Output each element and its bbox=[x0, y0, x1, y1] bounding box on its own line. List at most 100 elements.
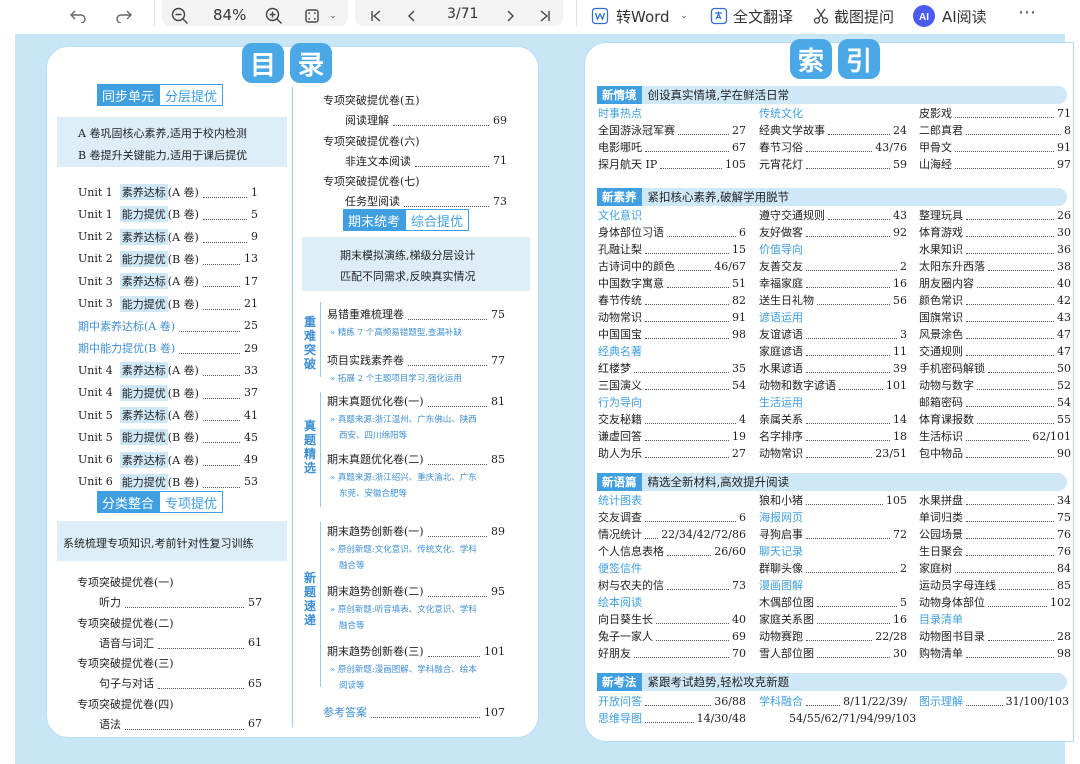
index-item[interactable]: 遵守交通规则 43 bbox=[759, 207, 907, 223]
index-item[interactable]: 交友调查 6 bbox=[598, 509, 746, 525]
index-item[interactable]: 水果拼盘 34 bbox=[919, 492, 1071, 508]
final-paper-row[interactable]: 期末真题优化卷(一) 81 bbox=[327, 392, 505, 410]
last-page-icon[interactable] bbox=[535, 2, 555, 30]
toc-unit-row[interactable]: 期中能力提优 (B 卷) 29 bbox=[78, 339, 258, 357]
index-item[interactable]: 红楼梦 35 bbox=[598, 360, 746, 376]
zoom-out-icon[interactable] bbox=[168, 2, 192, 30]
index-item[interactable]: 公园场景 76 bbox=[919, 526, 1071, 542]
index-item[interactable]: 单词归类 75 bbox=[919, 509, 1071, 525]
index-item[interactable]: 动物与数字 52 bbox=[919, 377, 1071, 393]
special-paper-row[interactable]: 任务型阅读 73 bbox=[345, 192, 507, 210]
index-item[interactable]: 树与农夫的信 73 bbox=[598, 577, 746, 593]
ai-read-button[interactable]: AI阅读 bbox=[942, 6, 987, 27]
index-item[interactable]: 全国游泳冠军赛 27 bbox=[598, 122, 746, 138]
toc-unit-row[interactable]: Unit 1 素养达标 (A 卷) 1 bbox=[78, 183, 258, 201]
index-item[interactable]: 思维导图 14/30/48 bbox=[598, 710, 746, 726]
index-item[interactable]: 友谊谚语 3 bbox=[759, 326, 907, 342]
index-item[interactable]: 电影哪吒 67 bbox=[598, 139, 746, 155]
index-item[interactable]: 向日葵生长 40 bbox=[598, 611, 746, 627]
special-paper-title[interactable]: 专项突破提优卷(四) bbox=[77, 695, 262, 713]
index-item[interactable]: 学科融合 8/11/22/39/ bbox=[759, 693, 907, 709]
index-item[interactable]: 友善交友 2 bbox=[759, 258, 907, 274]
zoom-level[interactable]: 84% bbox=[213, 6, 246, 24]
index-item[interactable]: 家庭谚语 11 bbox=[759, 343, 907, 359]
index-item[interactable]: 体育课报数 55 bbox=[919, 411, 1071, 427]
toc-unit-row[interactable]: Unit 6 素养达标 (A 卷) 49 bbox=[78, 451, 258, 469]
special-paper-row[interactable]: 语音与词汇 61 bbox=[99, 634, 262, 652]
index-item[interactable]: 购物清单 98 bbox=[919, 645, 1071, 661]
index-item[interactable]: 动物和数字谚语 101 bbox=[759, 377, 907, 393]
index-item[interactable]: 元宵花灯 59 bbox=[759, 156, 907, 172]
toc-unit-row[interactable]: 期中素养达标 (A 卷) 25 bbox=[78, 317, 258, 335]
index-item[interactable]: 木偶部位图 5 bbox=[759, 594, 907, 610]
index-item[interactable]: 体育游戏 30 bbox=[919, 224, 1071, 240]
toc-unit-row[interactable]: Unit 5 能力提优 (B 卷) 45 bbox=[78, 428, 258, 446]
index-item[interactable]: 送生日礼物 56 bbox=[759, 292, 907, 308]
index-item[interactable]: 生活标识 62/101 bbox=[919, 428, 1071, 444]
index-item[interactable]: 运动员字母连线 85 bbox=[919, 577, 1071, 593]
index-item[interactable]: 皮影戏 71 bbox=[919, 105, 1071, 121]
toc-unit-row[interactable]: Unit 5 素养达标 (A 卷) 41 bbox=[78, 406, 258, 424]
index-item[interactable]: 图示理解 31/100/103 bbox=[919, 693, 1069, 709]
index-item[interactable]: 群聊头像 2 bbox=[759, 560, 907, 576]
next-page-icon[interactable] bbox=[500, 2, 520, 30]
index-item[interactable]: 开放问答 36/88 bbox=[598, 693, 746, 709]
index-item[interactable]: 国旗常识 43 bbox=[919, 309, 1071, 325]
word-icon[interactable] bbox=[589, 2, 611, 30]
index-item[interactable]: 亲属关系 14 bbox=[759, 411, 907, 427]
word-dropdown-chevron-icon[interactable]: ⌄ bbox=[677, 2, 691, 30]
index-item[interactable]: 甲骨文 91 bbox=[919, 139, 1071, 155]
special-paper-row[interactable]: 语法 67 bbox=[99, 715, 262, 733]
redo-icon[interactable] bbox=[112, 2, 136, 30]
index-item[interactable]: 邮箱密码 54 bbox=[919, 394, 1071, 410]
index-item[interactable]: 古诗词中的颜色 46/67 bbox=[598, 258, 746, 274]
to-word-button[interactable]: 转Word bbox=[616, 6, 670, 27]
index-item[interactable]: 颜色常识 42 bbox=[919, 292, 1071, 308]
ai-read-icon[interactable]: AI bbox=[910, 2, 938, 30]
final-paper-row[interactable]: 项目实践素养卷 77 bbox=[327, 351, 505, 369]
zoom-in-icon[interactable] bbox=[262, 2, 286, 30]
page-indicator[interactable]: 3/71 bbox=[447, 6, 478, 22]
toc-unit-row[interactable]: Unit 3 能力提优 (B 卷) 21 bbox=[78, 295, 258, 313]
index-item[interactable]: 狼和小猪 105 bbox=[759, 492, 907, 508]
toc-unit-row[interactable]: Unit 2 素养达标 (A 卷) 9 bbox=[78, 228, 258, 246]
index-item[interactable]: 手机密码解锁 50 bbox=[919, 360, 1071, 376]
index-item[interactable]: 中国国宝 98 bbox=[598, 326, 746, 342]
index-item[interactable]: 三国演义 54 bbox=[598, 377, 746, 393]
index-item[interactable]: 生日聚会 76 bbox=[919, 543, 1071, 559]
index-item[interactable]: 情况统计 22/34/42/72/86 bbox=[598, 526, 746, 542]
final-paper-row[interactable]: 期末趋势创新卷(二) 95 bbox=[327, 582, 505, 600]
special-paper-title[interactable]: 专项突破提优卷(七) bbox=[323, 172, 507, 190]
toc-unit-row[interactable]: Unit 2 能力提优 (B 卷) 13 bbox=[78, 250, 258, 268]
index-item[interactable]: 助人为乐 27 bbox=[598, 445, 746, 461]
more-icon[interactable]: ⋯ bbox=[1016, 0, 1038, 26]
index-item[interactable]: 太阳东升西落 38 bbox=[919, 258, 1071, 274]
special-paper-title[interactable]: 专项突破提优卷(一) bbox=[77, 573, 262, 591]
index-item[interactable]: 谦虚回答 19 bbox=[598, 428, 746, 444]
index-item[interactable]: 动物身体部位 102 bbox=[919, 594, 1071, 610]
index-item[interactable]: 雪人部位图 30 bbox=[759, 645, 907, 661]
toc-answers-row[interactable]: 参考答案 107 bbox=[323, 703, 505, 721]
index-item[interactable]: 动物图书目录 28 bbox=[919, 628, 1071, 644]
index-item[interactable]: 山海经 97 bbox=[919, 156, 1071, 172]
special-paper-title[interactable]: 专项突破提优卷(三) bbox=[77, 654, 262, 672]
index-item[interactable]: 名字排序 18 bbox=[759, 428, 907, 444]
index-item[interactable]: 经典文学故事 24 bbox=[759, 122, 907, 138]
index-item[interactable]: 家庭树 84 bbox=[919, 560, 1071, 576]
index-item[interactable]: 中国数字寓意 51 bbox=[598, 275, 746, 291]
toc-unit-row[interactable]: Unit 4 素养达标 (A 卷) 33 bbox=[78, 361, 258, 379]
index-item[interactable]: 个人信息表格 26/60 bbox=[598, 543, 746, 559]
translate-icon[interactable] bbox=[708, 2, 730, 30]
index-item[interactable]: 寻狗启事 72 bbox=[759, 526, 907, 542]
index-item[interactable]: 动物常识 91 bbox=[598, 309, 746, 325]
index-item[interactable]: 二郎真君 8 bbox=[919, 122, 1071, 138]
index-item[interactable]: 包中物品 90 bbox=[919, 445, 1071, 461]
special-paper-row[interactable]: 句子与对话 65 bbox=[99, 674, 262, 692]
toc-unit-row[interactable]: Unit 1 能力提优 (B 卷) 5 bbox=[78, 205, 258, 223]
screenshot-ask-button[interactable]: 截图提问 bbox=[834, 6, 894, 27]
index-item[interactable]: 动物赛跑 22/28 bbox=[759, 628, 907, 644]
index-item[interactable]: 整理玩具 26 bbox=[919, 207, 1071, 223]
index-item[interactable]: 动物常识 23/51 bbox=[759, 445, 907, 461]
index-item[interactable]: 探月航天 IP 105 bbox=[598, 156, 746, 172]
index-item[interactable]: 孔融让梨 15 bbox=[598, 241, 746, 257]
